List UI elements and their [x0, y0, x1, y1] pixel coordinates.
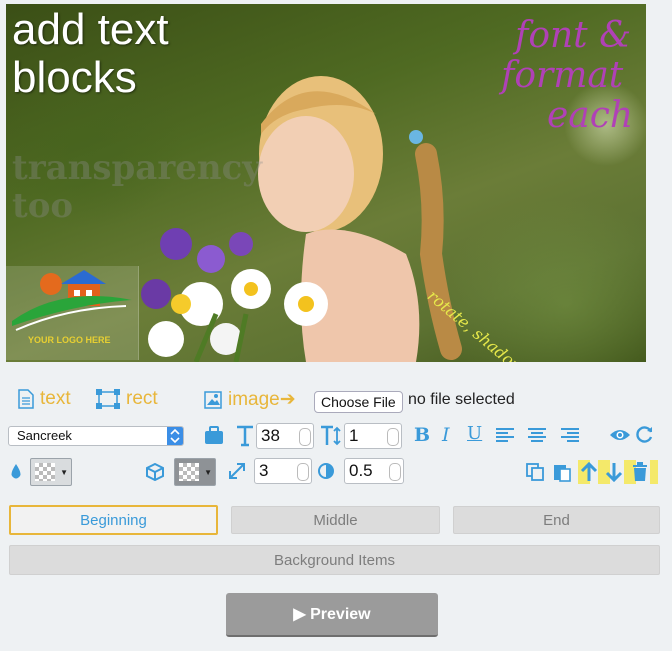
add-image-label: image➔ [228, 389, 296, 410]
font-format-line1: font & [515, 15, 632, 56]
tab-beginning[interactable]: Beginning [9, 505, 218, 535]
add-text-line1: add text [12, 5, 169, 54]
align-right-icon[interactable] [561, 428, 579, 442]
dropdown-caret-icon: ▼ [204, 468, 212, 477]
opacity-icon [318, 463, 334, 479]
transparency-line1: transparency [12, 148, 263, 188]
underline-button[interactable]: U [467, 423, 482, 444]
cube-icon [146, 463, 164, 481]
highlight-marker [650, 460, 658, 484]
transparent-swatch [179, 463, 199, 481]
rectangle-select-icon [96, 389, 120, 409]
font-format-text-block[interactable]: font & format each [501, 16, 633, 136]
tab-background-items[interactable]: Background Items [9, 545, 660, 575]
font-size-input[interactable]: 38 [256, 423, 314, 449]
stepper-icon[interactable] [297, 463, 309, 481]
child-face [258, 116, 354, 232]
editor-toolbar: text rect image➔ Choose File no file sel… [6, 378, 660, 488]
shadow-color-picker[interactable]: ▼ [174, 458, 216, 486]
add-rect-button[interactable]: rect [96, 388, 158, 410]
transparent-swatch [35, 463, 55, 481]
stepper-icon[interactable] [389, 463, 401, 481]
resize-diagonal-icon [229, 463, 245, 479]
trash-icon[interactable] [632, 462, 648, 482]
preview-button[interactable]: ▶ Preview [226, 593, 438, 637]
align-left-icon[interactable] [496, 428, 514, 442]
font-format-line3: each [547, 95, 634, 136]
italic-button[interactable]: I [442, 424, 450, 446]
image-icon [204, 390, 222, 409]
copy-icon[interactable] [526, 463, 544, 481]
refresh-icon[interactable] [636, 425, 654, 443]
move-up-icon[interactable] [580, 462, 598, 482]
add-rect-label: rect [126, 388, 158, 409]
stroke-width-input[interactable]: 3 [254, 458, 312, 484]
dropdown-caret-icon: ▼ [60, 468, 68, 477]
briefcase-icon[interactable] [204, 426, 224, 446]
document-icon [18, 389, 34, 409]
add-text-label: text [40, 388, 71, 409]
transparency-line2: too [12, 186, 74, 226]
logo-text: YOUR LOGO HERE [28, 335, 111, 345]
bold-button[interactable]: B [414, 424, 430, 446]
hair-tie [409, 130, 423, 144]
add-text-block[interactable]: add text blocks [12, 6, 169, 102]
font-family-select[interactable]: Sancreek [8, 426, 184, 446]
add-text-button[interactable]: text [18, 388, 71, 410]
file-status-text: no file selected [408, 391, 515, 408]
font-family-value: Sancreek [17, 428, 72, 443]
add-text-line2: blocks [12, 53, 137, 102]
font-size-icon [237, 425, 253, 447]
text-color-picker[interactable]: ▼ [30, 458, 72, 486]
stepper-icon[interactable] [387, 428, 399, 446]
line-height-icon [321, 425, 341, 446]
transparency-text-block[interactable]: transparency too [12, 149, 262, 225]
logo-image-block[interactable]: YOUR LOGO HERE [6, 266, 139, 360]
eye-icon[interactable] [609, 428, 631, 442]
line-height-input[interactable]: 1 [344, 423, 402, 449]
stepper-icon[interactable] [299, 428, 311, 446]
paste-icon[interactable] [553, 462, 571, 482]
opacity-input[interactable]: 0.5 [344, 458, 404, 484]
select-arrow-icon [167, 427, 183, 445]
align-center-icon[interactable] [528, 428, 546, 442]
tab-end[interactable]: End [453, 506, 660, 534]
font-size-value: 38 [261, 426, 280, 445]
stroke-width-value: 3 [259, 461, 269, 480]
design-canvas[interactable]: add text blocks font & format each trans… [6, 4, 646, 362]
tab-middle[interactable]: Middle [231, 506, 440, 534]
font-format-line2: format [501, 55, 624, 96]
logo-graphic [12, 270, 132, 331]
move-down-icon[interactable] [605, 462, 623, 482]
add-image-button[interactable]: image➔ [204, 388, 296, 411]
choose-file-button[interactable]: Choose File [314, 391, 403, 413]
color-drop-icon [11, 464, 21, 479]
line-height-value: 1 [349, 426, 359, 445]
opacity-value: 0.5 [349, 461, 373, 480]
flower-bouquet [141, 228, 328, 362]
